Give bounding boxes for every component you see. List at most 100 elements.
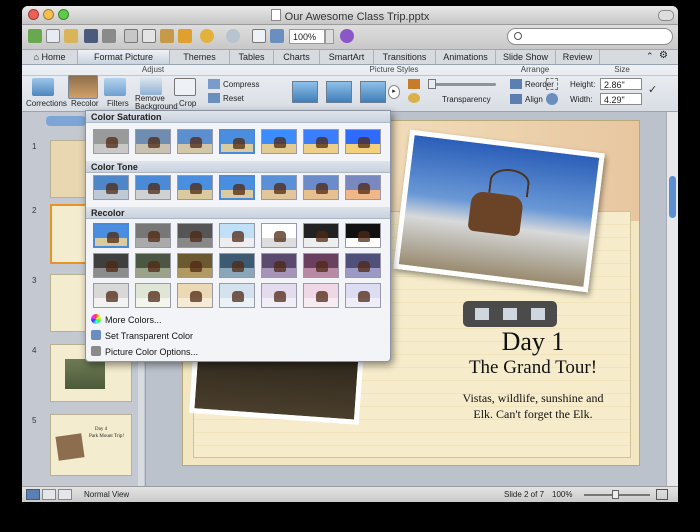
recolor-swatch[interactable] (261, 223, 297, 248)
recolor-swatch[interactable] (303, 253, 339, 278)
slide-sorter-button[interactable] (42, 489, 56, 500)
picture-style-thumb[interactable] (360, 81, 386, 103)
slides-tab[interactable] (46, 116, 86, 126)
height-field[interactable]: 2.86" (600, 78, 642, 90)
tab-transitions[interactable]: Transitions (374, 50, 436, 64)
tab-charts[interactable]: Charts (274, 50, 320, 64)
tab-review[interactable]: Review (556, 50, 600, 64)
tab-slide-show[interactable]: Slide Show (496, 50, 556, 64)
group-icon[interactable] (546, 78, 558, 90)
recolor-swatch[interactable] (303, 129, 339, 154)
recolor-swatch[interactable] (177, 175, 213, 200)
set-transparent-color-item[interactable]: Set Transparent Color (91, 329, 193, 343)
recolor-swatch[interactable] (303, 283, 339, 308)
recolor-swatch[interactable] (219, 253, 255, 278)
copy-icon[interactable] (142, 29, 156, 43)
recolor-swatch[interactable] (135, 253, 171, 278)
search-field[interactable] (507, 28, 673, 45)
recolor-swatch[interactable] (93, 283, 129, 308)
recolor-swatch[interactable] (177, 223, 213, 248)
styles-scroll-arrow-icon[interactable]: ▸ (388, 85, 400, 99)
lock-aspect-ratio-icon[interactable]: ✓ (648, 83, 657, 96)
recolor-swatch[interactable] (93, 253, 129, 278)
recolor-swatch[interactable] (177, 129, 213, 154)
recolor-swatch[interactable] (345, 223, 381, 248)
recolor-swatch[interactable] (135, 283, 171, 308)
print-icon[interactable] (102, 29, 116, 43)
format-painter-icon[interactable] (178, 29, 192, 43)
cut-icon[interactable] (124, 29, 138, 43)
collapse-ribbon-icon[interactable]: ⌃ (646, 51, 654, 62)
recolor-swatch[interactable] (261, 253, 297, 278)
tab-home[interactable]: ⌂ Home (22, 50, 78, 64)
picture-style-thumb[interactable] (326, 81, 352, 103)
vertical-scrollbar[interactable] (666, 112, 678, 486)
recolor-swatch[interactable] (261, 175, 297, 200)
undo-icon[interactable] (200, 29, 214, 43)
recolor-swatch[interactable] (261, 283, 297, 308)
effects-icon[interactable] (408, 93, 420, 103)
rotate-icon[interactable] (546, 93, 558, 105)
paste-icon[interactable] (160, 29, 174, 43)
zoom-dropdown-arrow[interactable] (325, 29, 334, 44)
gear-icon[interactable]: ⚙ (659, 50, 668, 61)
fit-to-window-icon[interactable] (656, 489, 668, 500)
open-icon[interactable] (64, 29, 78, 43)
recolor-swatch[interactable] (345, 283, 381, 308)
recolor-swatch[interactable] (219, 129, 255, 154)
tab-tables[interactable]: Tables (230, 50, 274, 64)
reset-mini-icon[interactable] (503, 308, 517, 320)
new-presentation-icon[interactable] (46, 29, 60, 43)
recolor-swatch[interactable] (135, 129, 171, 154)
recolor-swatch[interactable] (219, 223, 255, 248)
save-icon[interactable] (84, 29, 98, 43)
gallery-icon[interactable] (270, 29, 284, 43)
recolor-swatch[interactable] (303, 175, 339, 200)
recolor-swatch[interactable] (303, 223, 339, 248)
slide-subtitle: The Grand Tour! (468, 357, 598, 378)
help-icon[interactable] (340, 29, 354, 43)
zoom-field[interactable]: 100% (289, 29, 325, 44)
swatch-elk (148, 261, 160, 272)
elk-photo[interactable] (393, 129, 605, 293)
transparency-thumb[interactable] (428, 79, 436, 89)
picture-style-thumb[interactable] (292, 81, 318, 103)
recolor-swatch[interactable] (177, 253, 213, 278)
crop-mini-icon[interactable] (475, 308, 489, 320)
tab-themes[interactable]: Themes (170, 50, 230, 64)
slide-number: 4 (32, 346, 37, 355)
swatch-elk (106, 261, 118, 272)
format-mini-icon[interactable] (531, 308, 545, 320)
recolor-swatch[interactable] (219, 283, 255, 308)
zoom-slider-thumb[interactable] (612, 490, 619, 499)
recolor-swatch[interactable] (93, 223, 129, 248)
recolor-swatch[interactable] (93, 129, 129, 154)
new-slide-icon[interactable] (252, 29, 266, 43)
scroll-thumb[interactable] (669, 176, 676, 218)
recolor-swatch[interactable] (345, 129, 381, 154)
picture-color-options-item[interactable]: Picture Color Options... (91, 345, 198, 359)
slide-show-button[interactable] (58, 489, 72, 500)
border-color-icon[interactable] (408, 79, 420, 89)
new-from-template-icon[interactable] (28, 29, 42, 43)
recolor-swatch[interactable] (93, 175, 129, 200)
tab-animations[interactable]: Animations (436, 50, 496, 64)
toolbar-toggle-button[interactable] (658, 10, 674, 21)
tab-smartart[interactable]: SmartArt (320, 50, 374, 64)
recolor-swatch[interactable] (261, 129, 297, 154)
tab-format-picture[interactable]: Format Picture (78, 50, 170, 64)
more-colors-item[interactable]: More Colors... (91, 313, 162, 327)
slide-thumbnail[interactable]: Day 4 Park Mount Trip! (50, 414, 132, 476)
normal-view-button[interactable] (26, 489, 40, 500)
redo-icon[interactable] (226, 29, 240, 43)
recolor-swatch[interactable] (135, 223, 171, 248)
width-field[interactable]: 4.29" (600, 93, 642, 105)
reorder-icon (510, 79, 522, 89)
swatch-elk (274, 261, 286, 272)
recolor-swatch[interactable] (135, 175, 171, 200)
recolor-swatch[interactable] (177, 283, 213, 308)
ribbon-tabs: ⌂ Home Format Picture Themes Tables Char… (22, 50, 678, 65)
recolor-swatch[interactable] (345, 175, 381, 200)
recolor-swatch[interactable] (219, 175, 255, 200)
recolor-swatch[interactable] (345, 253, 381, 278)
